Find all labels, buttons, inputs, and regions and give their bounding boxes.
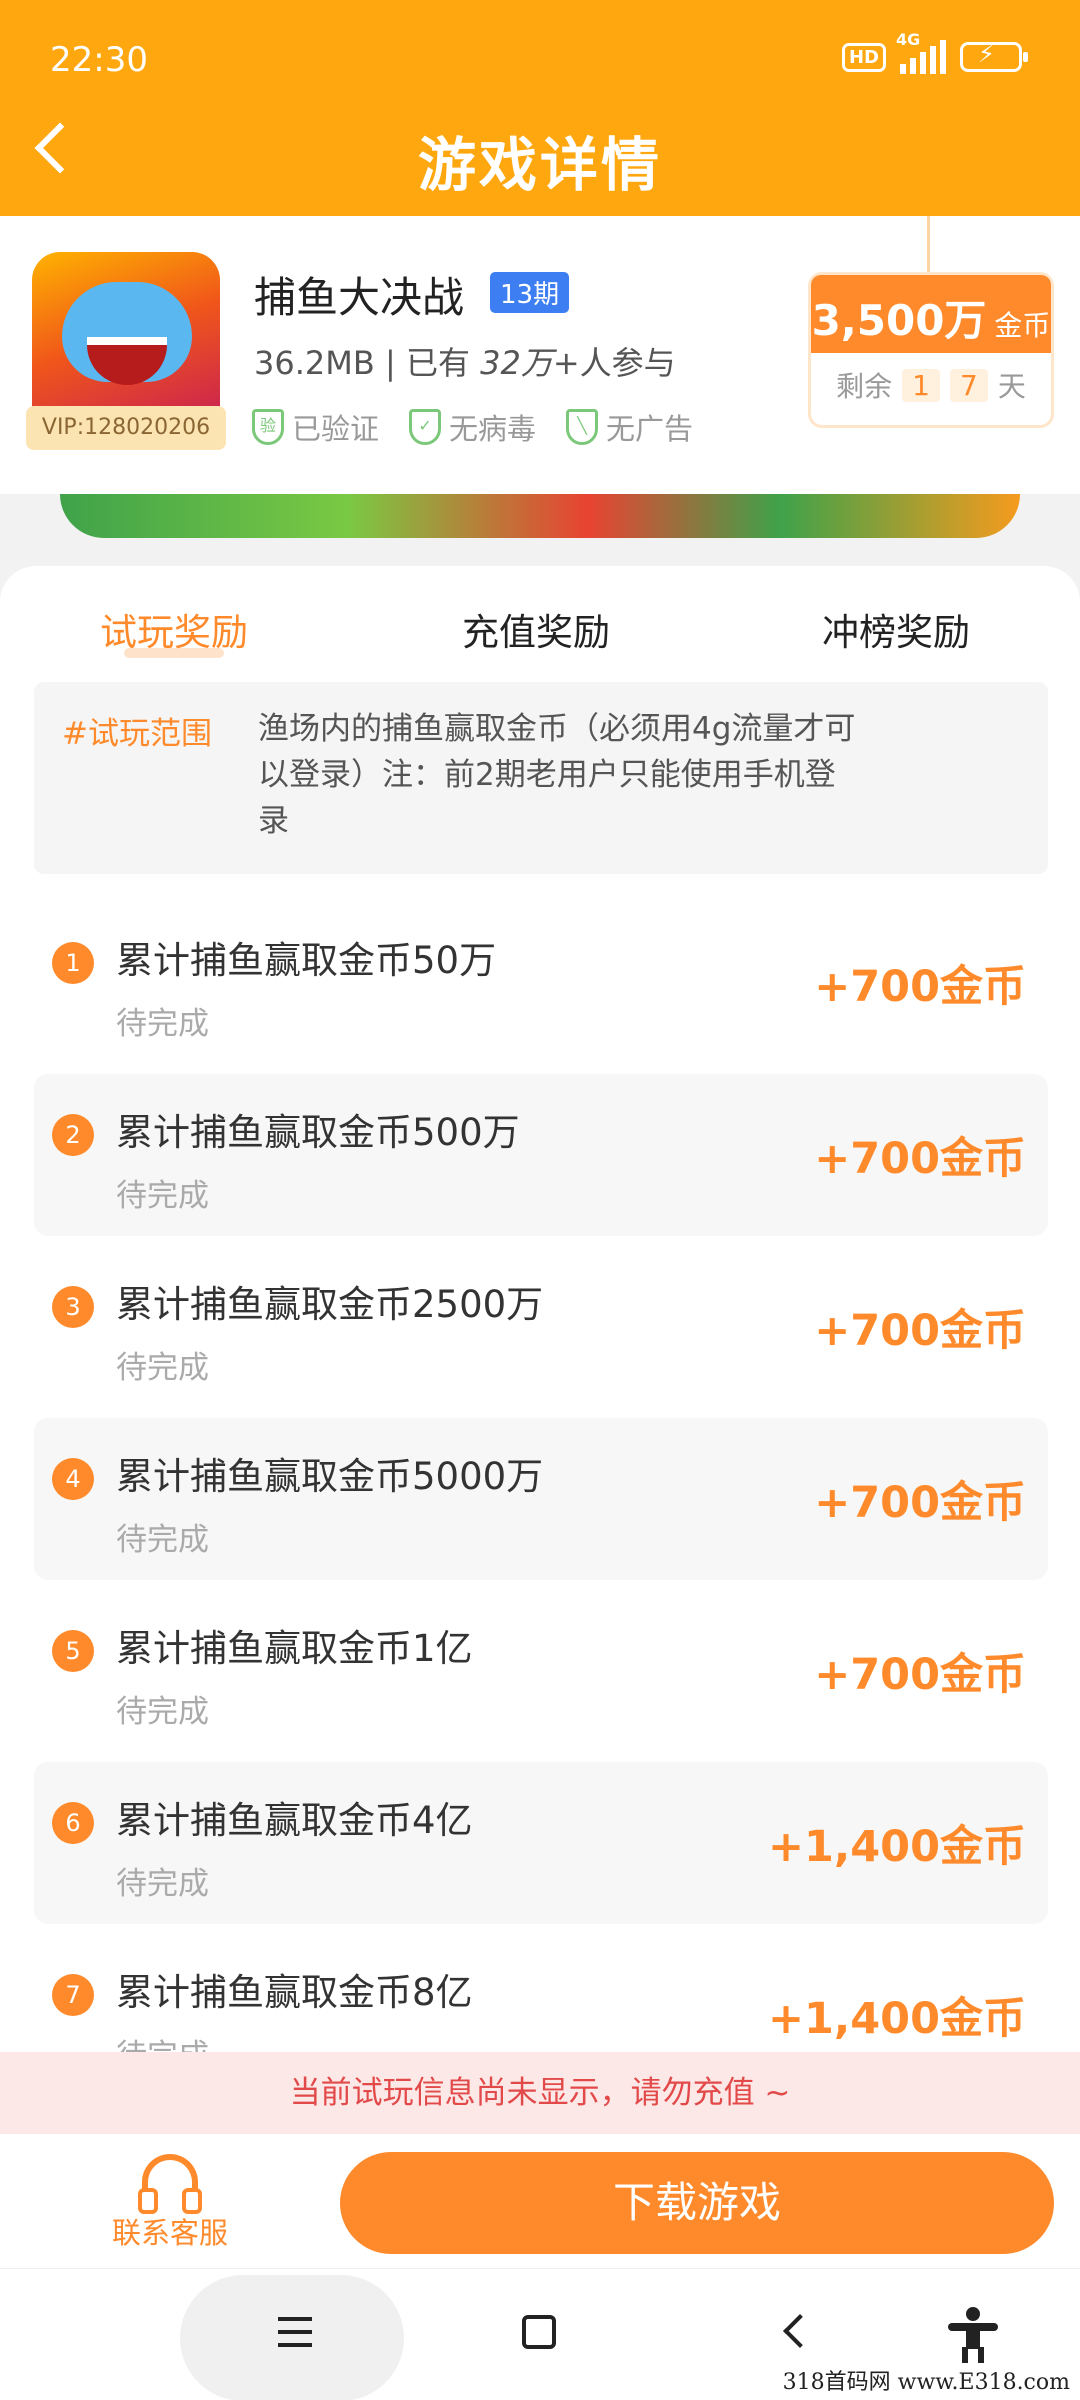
verified-shield-icon: 验	[252, 409, 284, 445]
task-reward: +1,400金币	[767, 1822, 1026, 1872]
task-title: 累计捕鱼赢取金币500万	[116, 1111, 520, 1154]
task-reward: +700金币	[814, 1650, 1026, 1700]
participant-suffix: 人参与	[579, 344, 676, 382]
total-reward-box: 3,500万 金币 剩余 1 7 天	[808, 272, 1054, 428]
signal-icon: 4G	[896, 30, 946, 74]
task-status: 待完成	[116, 2030, 209, 2052]
task-status: 待完成	[116, 1522, 209, 1558]
reward-amount: 3,500万 金币	[811, 275, 1051, 353]
task-reward: +700金币	[814, 1306, 1026, 1356]
no-ads-label: 无广告	[606, 412, 694, 446]
task-item: 5 累计捕鱼赢取金币1亿 待完成 +700金币	[34, 1590, 1048, 1752]
accessibility-icon[interactable]	[948, 2307, 998, 2363]
task-number: 2	[52, 1114, 94, 1156]
task-item: 7 累计捕鱼赢取金币8亿 待完成 +1,400金币	[34, 1934, 1048, 2052]
task-status: 待完成	[116, 1178, 209, 1214]
download-game-button[interactable]: 下载游戏	[340, 2152, 1054, 2254]
reward-tabs: 试玩奖励 充值奖励 冲榜奖励	[0, 602, 1080, 672]
task-number: 4	[52, 1458, 94, 1500]
back-icon[interactable]	[783, 2314, 817, 2348]
task-item: 6 累计捕鱼赢取金币4亿 待完成 +1,400金币	[34, 1762, 1048, 1924]
task-title: 累计捕鱼赢取金币8亿	[116, 1971, 473, 2014]
verified-label: 已验证	[292, 412, 380, 446]
task-item: 3 累计捕鱼赢取金币2500万 待完成 +700金币	[34, 1246, 1048, 1408]
watermark: 318首码网 www.E318.com	[782, 2370, 1070, 2395]
task-reward: +1,400金币	[767, 1994, 1026, 2044]
remain-label: 剩余	[836, 370, 893, 403]
warning-notice: 当前试玩信息尚未显示，请勿充值 ~	[0, 2052, 1080, 2134]
task-item: 2 累计捕鱼赢取金币500万 待完成 +700金币	[34, 1074, 1048, 1236]
verified-badge: 验已验证	[252, 406, 379, 448]
menu-icon[interactable]	[278, 2317, 312, 2347]
vip-badge: VIP:128020206	[26, 406, 226, 450]
slash-shield-icon: ╲	[566, 409, 599, 445]
reward-pin	[927, 216, 930, 272]
task-reward: +700金币	[814, 962, 1026, 1012]
header-bar: 22:30 HD 4G 游戏详情	[0, 0, 1080, 216]
task-title: 累计捕鱼赢取金币4亿	[116, 1799, 473, 1842]
participant-count: 32万+	[480, 344, 580, 382]
no-ads-badge: ╲ 无广告	[566, 406, 693, 448]
reward-amount-unit: 金币	[994, 309, 1051, 342]
remaining-days: 剩余 1 7 天	[811, 365, 1051, 405]
task-title: 累计捕鱼赢取金币1亿	[116, 1627, 473, 1670]
tab-trial-reward[interactable]: 试玩奖励	[100, 602, 248, 658]
status-icons: HD 4G	[841, 30, 1028, 74]
scope-tag: #试玩范围	[62, 716, 212, 752]
tab-recharge-reward[interactable]: 充值奖励	[462, 602, 610, 656]
page-title: 游戏详情	[417, 131, 662, 199]
game-size: 36.2MB	[254, 344, 375, 382]
days-unit: 天	[997, 370, 1026, 403]
no-virus-badge: ✓ 无病毒	[409, 406, 536, 448]
task-number: 6	[52, 1802, 94, 1844]
task-title: 累计捕鱼赢取金币2500万	[116, 1283, 544, 1326]
hd-icon: HD	[841, 42, 886, 72]
day-digit: 1	[902, 368, 940, 402]
task-title: 累计捕鱼赢取金币50万	[116, 939, 497, 982]
game-name: 捕鱼大决战	[254, 273, 465, 322]
bottom-action-bar: 联系客服 下载游戏	[0, 2134, 1080, 2268]
support-label: 联系客服	[111, 2216, 228, 2250]
task-status: 待完成	[116, 1350, 209, 1386]
trial-scope-box: #试玩范围 渔场内的捕鱼赢取金币（必须用4g流量才可以登录）注：前2期老用户只能…	[34, 682, 1048, 874]
game-banner[interactable]	[60, 494, 1020, 538]
task-number: 7	[52, 1974, 94, 2016]
scope-text: 渔场内的捕鱼赢取金币（必须用4g流量才可以登录）注：前2期老用户只能使用手机登录	[258, 711, 856, 839]
task-reward: +700金币	[814, 1478, 1026, 1528]
task-reward: +700金币	[814, 1134, 1026, 1184]
verify-badges: 验已验证 ✓ 无病毒 ╲ 无广告	[252, 406, 693, 448]
tab-ranking-reward[interactable]: 冲榜奖励	[822, 602, 970, 656]
task-title: 累计捕鱼赢取金币5000万	[116, 1455, 544, 1498]
task-number: 5	[52, 1630, 94, 1672]
meta-separator: | 已有	[374, 344, 481, 382]
task-number: 1	[52, 942, 94, 984]
reward-amount-value: 3,500万	[811, 296, 987, 345]
game-info-card: VIP:128020206 捕鱼大决战 13期 36.2MB | 已有 32万+…	[0, 216, 1080, 494]
battery-charging-icon	[960, 40, 1028, 72]
day-digit: 7	[950, 368, 988, 402]
network-type: 4G	[896, 30, 921, 49]
game-meta: 36.2MB | 已有 32万+人参与	[254, 338, 676, 384]
task-status: 待完成	[116, 1866, 209, 1902]
no-virus-label: 无病毒	[449, 412, 537, 446]
check-shield-icon: ✓	[409, 409, 442, 445]
headset-icon	[138, 2154, 202, 2214]
task-item: 4 累计捕鱼赢取金币5000万 待完成 +700金币	[34, 1418, 1048, 1580]
task-status: 待完成	[116, 1006, 209, 1042]
home-icon[interactable]	[522, 2315, 556, 2349]
period-badge: 13期	[490, 272, 570, 313]
task-item: 1 累计捕鱼赢取金币50万 待完成 +700金币	[34, 902, 1048, 1064]
status-time: 22:30	[50, 40, 148, 80]
task-status: 待完成	[116, 1694, 209, 1730]
contact-support-button[interactable]: 联系客服	[100, 2154, 240, 2252]
task-number: 3	[52, 1286, 94, 1328]
